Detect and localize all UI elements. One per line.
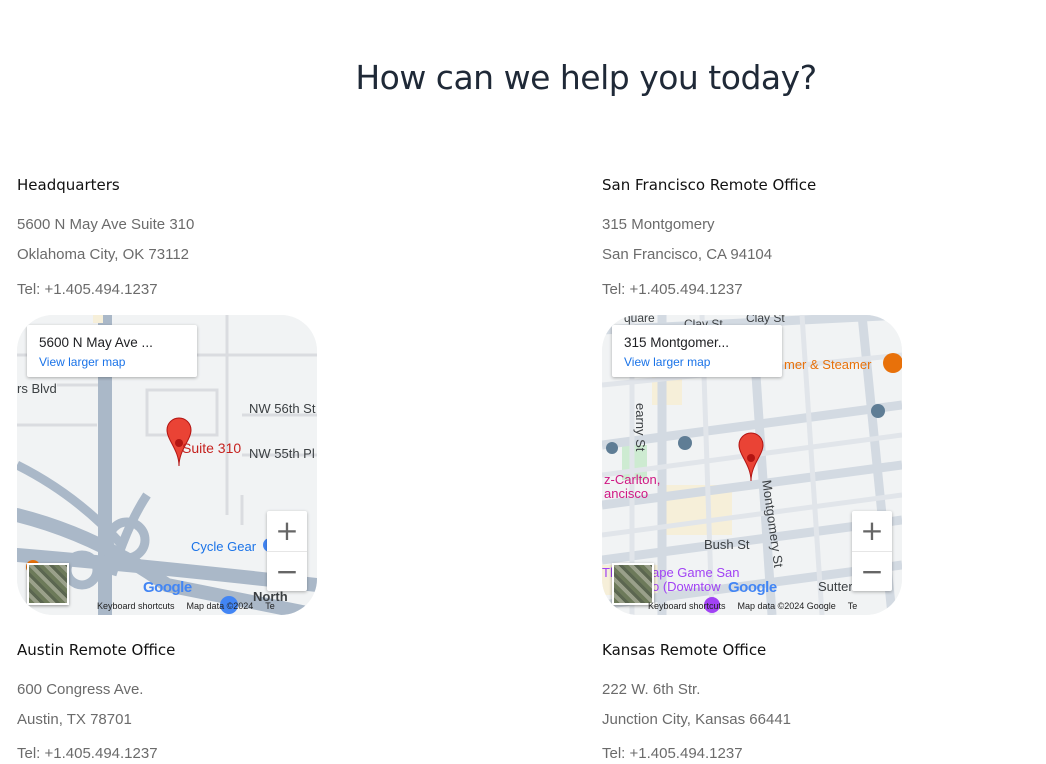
address-line-1: 222 W. 6th Str.	[602, 681, 701, 698]
address-line-2: Junction City, Kansas 66441	[602, 711, 792, 728]
page-title: How can we help you today?	[355, 58, 817, 97]
zoom-in-button[interactable]: +	[267, 511, 307, 551]
office-name: Kansas Remote Office	[602, 641, 767, 659]
map-place-name: 5600 N May Ave ...	[39, 335, 153, 350]
poi-label[interactable]: ape Game San	[652, 565, 739, 580]
map-place-name: 315 Montgomer...	[624, 335, 730, 350]
zoom-out-button[interactable]: −	[267, 551, 307, 592]
address-line-2: San Francisco, CA 94104	[602, 246, 773, 263]
map-footer: Keyboard shortcuts Map data ©2024 Te	[97, 601, 287, 611]
address-line-1: 315 Montgomery	[602, 216, 715, 233]
office-san-francisco: San Francisco Remote Office 315 Montgome…	[602, 175, 1022, 298]
poi-label[interactable]: o (Downtow	[652, 579, 721, 594]
zoom-out-button[interactable]: −	[852, 551, 892, 592]
zoom-controls: + −	[852, 511, 892, 591]
google-logo: Google	[143, 579, 192, 596]
phone-number[interactable]: Tel: +1.405.494.1237	[17, 744, 158, 764]
office-name: Headquarters	[17, 176, 120, 194]
zoom-in-button[interactable]: +	[852, 511, 892, 551]
keyboard-shortcuts-link[interactable]: Keyboard shortcuts	[97, 601, 175, 611]
street-label: NW 55th Pl	[249, 446, 315, 461]
office-kansas: Kansas Remote Office 222 W. 6th Str. Jun…	[602, 640, 1022, 762]
office-headquarters: Headquarters 5600 N May Ave Suite 310 Ok…	[17, 175, 437, 298]
satellite-toggle[interactable]	[612, 563, 654, 605]
phone-number[interactable]: Tel: +1.405.494.1237	[602, 744, 743, 764]
street-label: Clay St	[746, 315, 785, 325]
office-name: San Francisco Remote Office	[602, 176, 817, 194]
satellite-toggle[interactable]	[27, 563, 69, 605]
zoom-controls: + −	[267, 511, 307, 591]
poi-label[interactable]: Cycle Gear	[191, 539, 256, 554]
street-label: quare	[624, 315, 655, 325]
address-line-1: 5600 N May Ave Suite 310	[17, 216, 195, 233]
map-place-card: 5600 N May Ave ... View larger map	[27, 325, 197, 377]
keyboard-shortcuts-link[interactable]: Keyboard shortcuts	[648, 601, 726, 611]
terms-link[interactable]: Te	[848, 601, 858, 611]
map-headquarters[interactable]: rs Blvd NW 56th St NW 55th Pl North Suit…	[17, 315, 317, 615]
address-line-2: Austin, TX 78701	[17, 711, 132, 728]
address-line-2: Oklahoma City, OK 73112	[17, 246, 190, 263]
poi-label[interactable]: z-Carlton,	[604, 472, 660, 487]
map-place-card: 315 Montgomer... View larger map	[612, 325, 782, 377]
street-label: NW 56th St	[249, 401, 316, 416]
google-logo: Google	[728, 579, 777, 596]
street-label: Bush St	[704, 537, 750, 552]
phone-number[interactable]: Tel: +1.405.494.1237	[17, 280, 158, 300]
map-data-attribution: Map data ©2024 Google	[737, 601, 836, 611]
poi-label[interactable]: ancisco	[604, 486, 648, 501]
view-larger-map-link[interactable]: View larger map	[624, 355, 710, 369]
pin-label: Suite 310	[182, 440, 242, 456]
terms-link[interactable]: Te	[265, 601, 275, 611]
map-data-attribution: Map data ©2024	[186, 601, 254, 611]
office-name: Austin Remote Office	[17, 641, 176, 659]
street-label: earny St	[633, 403, 648, 452]
poi-label[interactable]: mer & Steamer	[784, 357, 871, 372]
office-austin: Austin Remote Office 600 Congress Ave. A…	[17, 640, 437, 762]
phone-number[interactable]: Tel: +1.405.494.1237	[602, 280, 743, 300]
view-larger-map-link[interactable]: View larger map	[39, 355, 125, 369]
map-san-francisco[interactable]: quare Clay St Clay St earny St Montgomer…	[602, 315, 902, 615]
address-line-1: 600 Congress Ave.	[17, 681, 144, 698]
map-footer: Keyboard shortcuts Map data ©2024 Google T…	[648, 601, 869, 611]
street-label: rs Blvd	[17, 381, 57, 396]
